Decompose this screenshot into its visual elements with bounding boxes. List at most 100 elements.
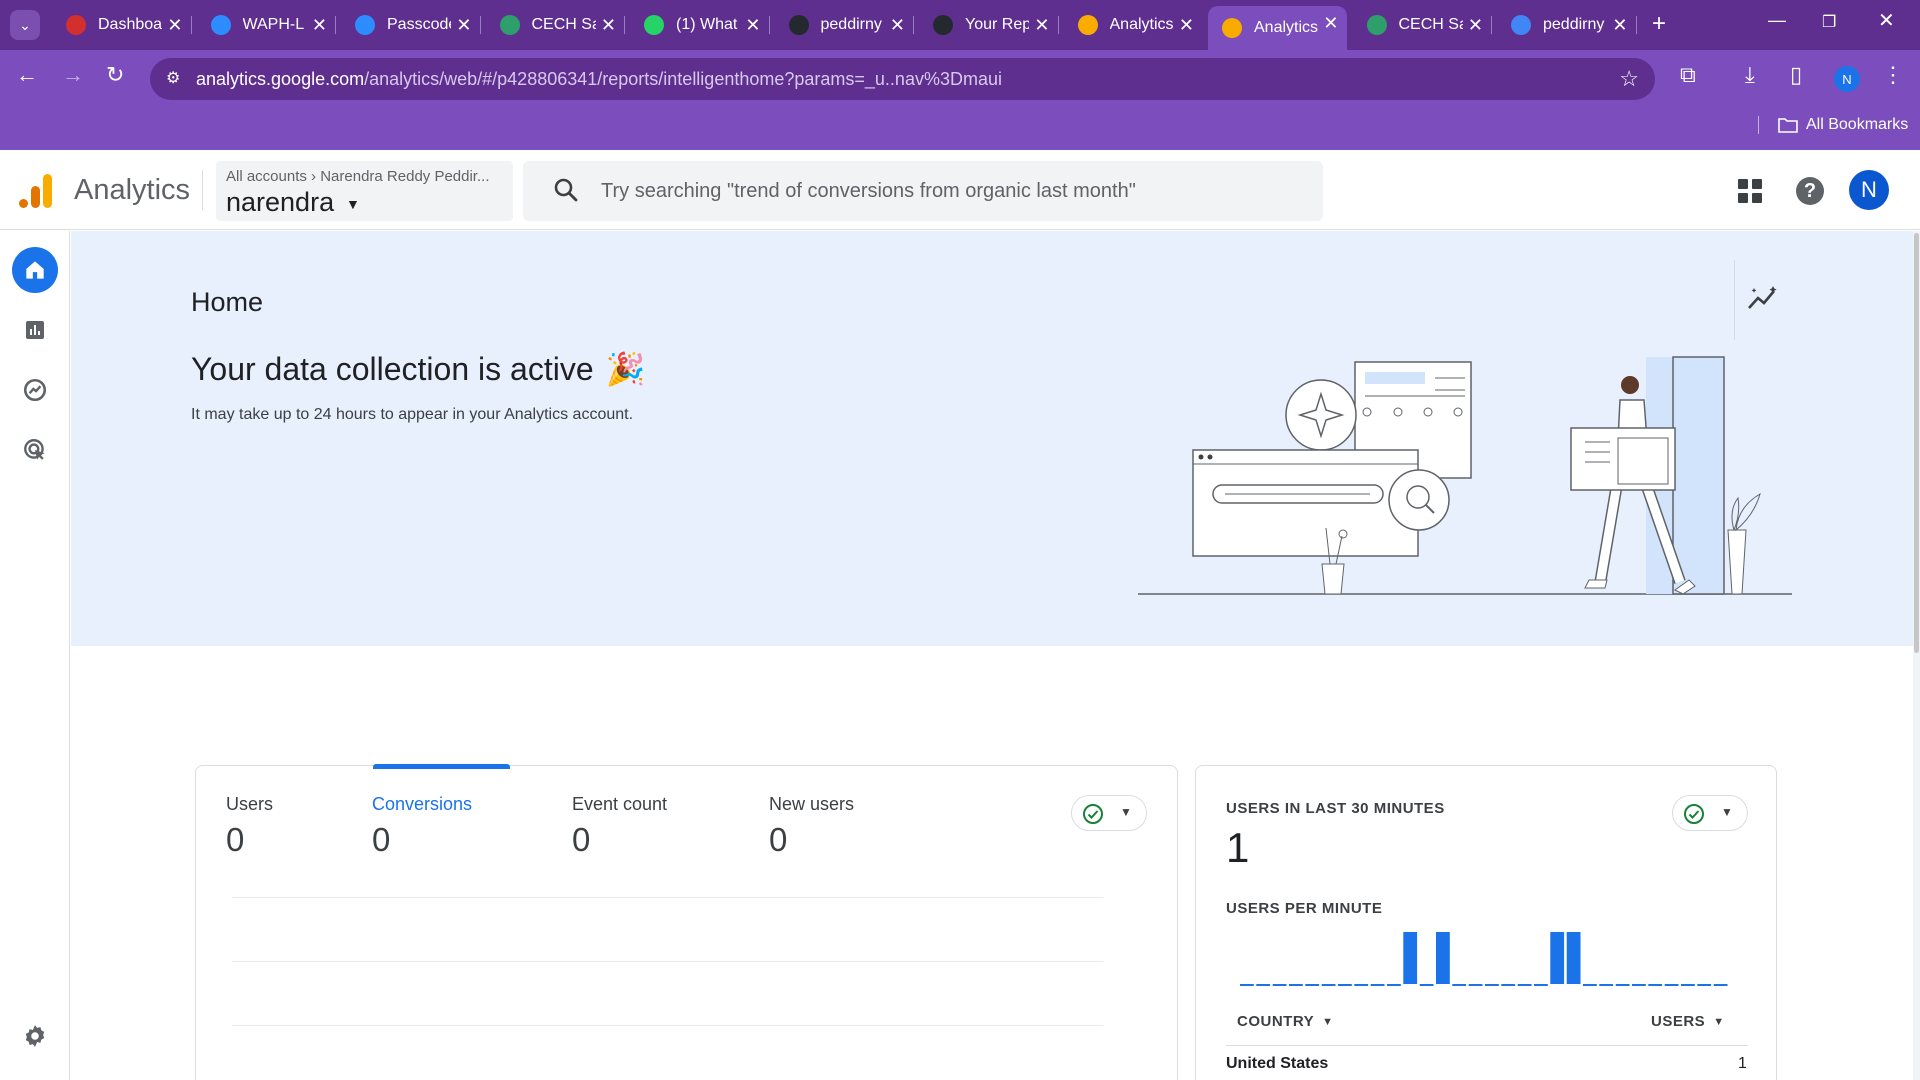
- home-icon: [26, 261, 44, 279]
- browser-tab[interactable]: WAPH-L ✕: [197, 8, 336, 42]
- metric-tab-users[interactable]: Users 0: [226, 794, 273, 859]
- apps-grid-icon[interactable]: [1738, 179, 1762, 203]
- nav-home[interactable]: [12, 247, 58, 293]
- bookmark-star-icon[interactable]: ☆: [1619, 66, 1639, 92]
- close-tab-icon[interactable]: ✕: [1468, 15, 1483, 36]
- chart-bar-zero: [1648, 984, 1663, 986]
- nav-reports[interactable]: [12, 307, 58, 353]
- close-tab-icon[interactable]: ✕: [456, 15, 471, 36]
- tab-title: CECH Sa: [531, 16, 596, 33]
- search-box[interactable]: [523, 161, 1323, 221]
- tab-title: Analytics: [1254, 19, 1318, 36]
- browser-tab[interactable]: CECH Sa ✕: [486, 8, 625, 42]
- close-tab-icon[interactable]: ✕: [601, 15, 616, 36]
- browser-tab[interactable]: Passcode ✕: [341, 8, 481, 42]
- table-row-users: 1: [1738, 1055, 1747, 1072]
- chart-bar: [1550, 932, 1565, 984]
- download-icon[interactable]: ⤓: [1745, 62, 1755, 88]
- browser-tab[interactable]: peddirny ✕: [1497, 8, 1637, 42]
- chart-bar-zero: [1256, 984, 1271, 986]
- chart-bar-zero: [1485, 984, 1499, 986]
- analytics-icon: [1222, 18, 1242, 38]
- more-vert-icon[interactable]: ⋮: [1882, 62, 1904, 88]
- tab-separator: [913, 16, 914, 34]
- browser-tab[interactable]: Analytics ✕: [1064, 8, 1203, 42]
- tab-separator: [768, 16, 770, 34]
- tab-separator: [479, 16, 481, 34]
- close-tab-icon[interactable]: ✕: [167, 15, 182, 36]
- party-popper-icon: 🎉: [605, 351, 646, 387]
- tab-title: Analytics: [1109, 16, 1174, 33]
- users-column-header[interactable]: USERS ▼: [1651, 1013, 1725, 1030]
- chart-bar-zero: [1338, 984, 1352, 986]
- analytics-icon: [1077, 15, 1098, 35]
- browser-tab[interactable]: Dashboard ✕: [52, 8, 192, 42]
- search-input[interactable]: [601, 175, 1301, 207]
- url-text[interactable]: analytics.google.com/analytics/web/#/p42…: [196, 69, 1002, 90]
- zoom-icon: [210, 15, 231, 35]
- close-tab-icon[interactable]: ✕: [1034, 15, 1049, 36]
- site-info-icon[interactable]: ⚙: [166, 68, 188, 90]
- close-tab-icon[interactable]: ✕: [1323, 13, 1338, 34]
- close-tab-icon[interactable]: ✕: [890, 15, 905, 36]
- folder-icon: [1778, 118, 1798, 133]
- back-arrow-icon[interactable]: ←: [16, 62, 38, 88]
- address-bar[interactable]: ⚙ analytics.google.com/analytics/web/#/p…: [150, 58, 1655, 100]
- github-icon: [933, 15, 953, 35]
- canvas-icon: [66, 15, 86, 35]
- chevron-right-icon: ›: [311, 168, 317, 185]
- browser-tab[interactable]: (1) What ✕: [630, 8, 770, 42]
- search-icon: [554, 178, 578, 202]
- chevron-down-icon: ⌄: [19, 16, 31, 33]
- side-panel-icon[interactable]: ▯: [1790, 62, 1802, 88]
- realtime-status-dropdown[interactable]: ▼: [1672, 795, 1748, 831]
- tab-search-button[interactable]: ⌄: [10, 10, 40, 40]
- monitor-icon: [1511, 15, 1531, 35]
- country-column-header[interactable]: COUNTRY ▼: [1237, 1013, 1334, 1030]
- close-tab-icon[interactable]: ✕: [745, 15, 760, 36]
- nav-advertising[interactable]: [12, 427, 58, 473]
- account-avatar[interactable]: N: [1849, 170, 1889, 210]
- all-bookmarks-button[interactable]: All Bookmarks: [1778, 116, 1908, 134]
- restore-icon[interactable]: ❐: [1822, 12, 1836, 32]
- browser-tab[interactable]: peddirny ✕: [775, 8, 914, 42]
- metric-tab-new-users[interactable]: New users 0: [769, 794, 854, 859]
- chart-gridline: [232, 961, 1103, 962]
- caret-down-icon: ▼: [1120, 805, 1132, 819]
- page-scrollbar-thumb[interactable]: [1914, 233, 1919, 653]
- help-icon[interactable]: ?: [1796, 177, 1824, 205]
- tab-title: Dashboard: [98, 16, 162, 33]
- close-tab-icon[interactable]: ✕: [312, 15, 327, 36]
- close-tab-icon[interactable]: ✕: [1612, 15, 1627, 36]
- extensions-icon[interactable]: ⧉: [1680, 62, 1696, 88]
- minimize-icon[interactable]: —: [1768, 10, 1786, 31]
- tab-title: CECH Sa: [1398, 16, 1463, 33]
- insights-icon[interactable]: [1746, 284, 1780, 312]
- close-tab-icon[interactable]: ✕: [1179, 15, 1194, 36]
- chart-bar-zero: [1534, 984, 1548, 986]
- metric-tab-event-count[interactable]: Event count 0: [572, 794, 667, 859]
- nav-explore[interactable]: [12, 367, 58, 413]
- nav-admin[interactable]: [12, 1013, 58, 1059]
- caret-down-icon: ▼: [1721, 805, 1733, 819]
- chart-bar-zero: [1468, 984, 1483, 986]
- account-picker[interactable]: All accounts › Narendra Reddy Peddir... …: [216, 161, 513, 221]
- browser-tab[interactable]: Your Rep ✕: [919, 8, 1059, 42]
- chart-bar-zero: [1370, 984, 1385, 986]
- new-tab-button[interactable]: +: [1652, 10, 1666, 38]
- chart-bar-zero: [1321, 984, 1336, 986]
- metric-tab-conversions[interactable]: Conversions 0: [372, 794, 472, 859]
- tab-separator: [1057, 16, 1059, 34]
- browser-tab[interactable]: Analytics ✕: [1208, 6, 1347, 50]
- caret-down-icon: ▼: [346, 196, 360, 212]
- reload-icon[interactable]: ↻: [106, 62, 124, 88]
- caret-down-icon: ▼: [1322, 1015, 1334, 1028]
- close-window-icon[interactable]: ✕: [1878, 8, 1895, 33]
- browser-profile-avatar[interactable]: N: [1834, 66, 1860, 92]
- analytics-logo-icon[interactable]: [18, 172, 54, 210]
- caret-down-icon: ▼: [1713, 1015, 1725, 1028]
- forward-arrow-icon[interactable]: →: [62, 62, 84, 88]
- browser-tab[interactable]: CECH Sa ✕: [1353, 8, 1492, 42]
- chart-bar-zero: [1681, 984, 1695, 986]
- metrics-status-dropdown[interactable]: ▼: [1071, 795, 1147, 831]
